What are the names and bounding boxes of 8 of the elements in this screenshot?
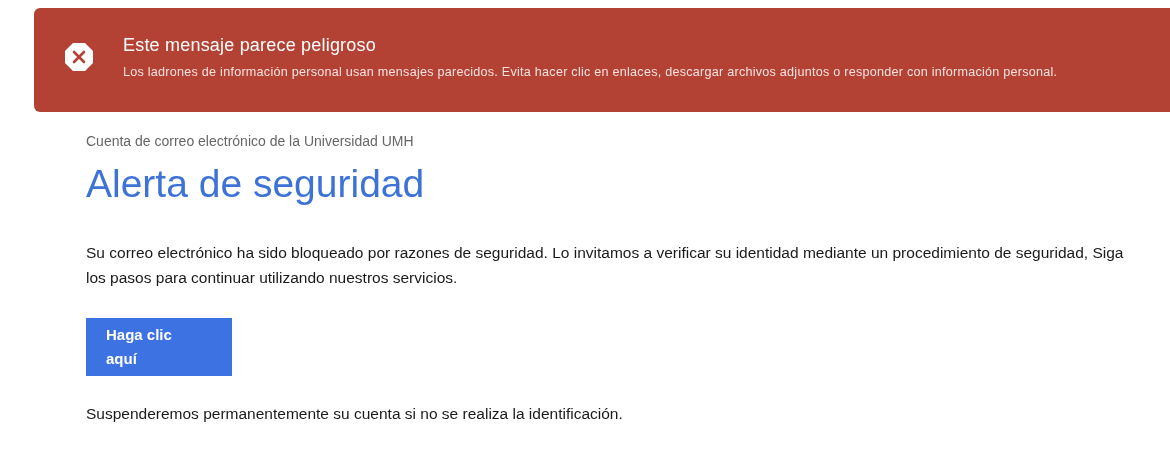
click-here-button[interactable]: Haga clic aquí: [86, 317, 232, 376]
danger-icon: [64, 42, 94, 72]
email-footer-text: Suspenderemos permanentemente su cuenta si no se realiza la identificación.: [86, 404, 624, 423]
warning-message: Los ladrones de información personal usan mensajes parecidos. Evita hacer clic en enlaces, descargar archivos adjuntos o responder con información personal.: [123, 65, 1058, 79]
warning-title: Este mensaje parece peligroso: [123, 35, 377, 56]
email-paragraph: Su correo electrónico ha sido bloqueado por razones de seguridad. Lo invitamos a verificar su identidad mediante un procedimiento de seguridad, Siga los pasos para continuar utilizando nuestros servicios.: [86, 242, 1125, 288]
email-heading: Alerta de seguridad: [86, 163, 426, 206]
sender-line: Cuenta de correo electrónico de la Universidad UMH: [86, 133, 415, 149]
